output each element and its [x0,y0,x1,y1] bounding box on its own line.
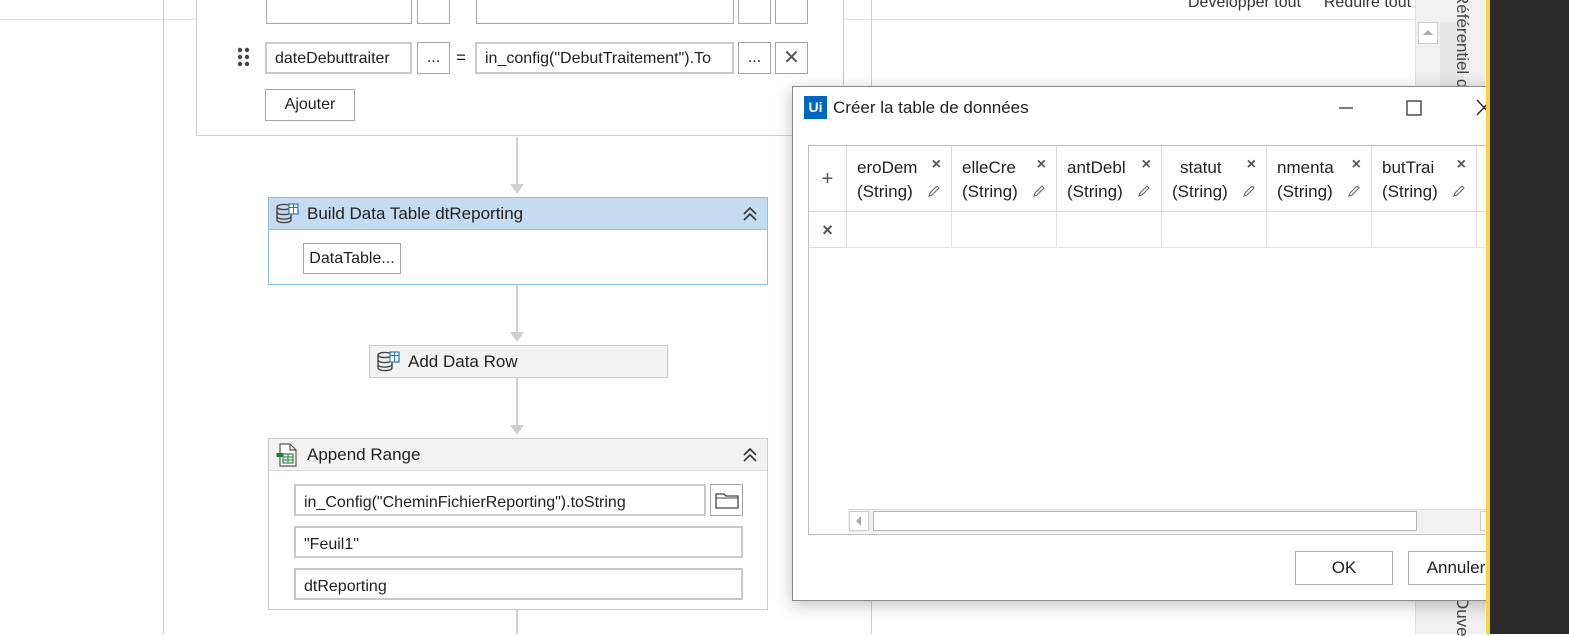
folder-icon [714,493,739,513]
column-type: (String) [1172,182,1228,201]
column-header[interactable]: elleCre (String) × [952,146,1057,212]
assign-variable-field[interactable]: dateDebuttraiter [265,42,412,74]
expand-all-link[interactable]: Développer tout [1188,0,1301,11]
column-name: antDebl [1067,158,1126,177]
column-header[interactable]: statut (String) × [1162,146,1267,212]
column-name: butTrai [1382,158,1435,177]
column-header[interactable]: nmenta (String) × [1267,146,1372,212]
drag-handle-icon[interactable] [236,46,252,68]
connector-arrow [510,184,524,194]
assign-equals-sign: = [456,48,466,67]
browse-file-button[interactable] [710,484,743,516]
datatable-grid: + × eroDem (String) × elleCre (String) ×… [808,145,1505,535]
datatable-icon [376,350,400,374]
remove-column-icon[interactable]: × [1142,156,1151,174]
maximize-button[interactable] [1398,94,1430,122]
remove-column-icon[interactable]: × [1037,156,1046,174]
edit-pencil-icon[interactable] [1032,184,1046,198]
column-name: eroDem [857,158,918,177]
grid-cell[interactable] [952,212,1057,248]
edit-pencil-icon[interactable] [927,184,941,198]
toolbar-links: Développer tout Réduire tout [1188,0,1411,12]
scroll-thumb[interactable] [873,511,1417,531]
assign-row-previous-value[interactable] [476,0,734,24]
workbook-path-field[interactable]: in_Config("CheminFichierReporting").toSt… [294,484,706,516]
delete-row-icon: × [822,220,833,240]
column-type: (String) [1067,182,1123,201]
edit-pencil-icon[interactable] [1242,184,1256,198]
delete-row-button[interactable]: × [809,212,847,248]
minimize-icon [1330,107,1362,126]
remove-column-icon[interactable]: × [1457,156,1466,174]
grid-cell[interactable] [1162,212,1267,248]
build-data-table-title: Build Data Table dtReporting [307,203,524,223]
edit-pencil-icon[interactable] [1137,184,1151,198]
datatable-button[interactable]: DataTable... [303,243,401,274]
collapse-chevron-icon[interactable] [739,443,761,465]
column-name: statut [1180,158,1222,177]
column-type: (String) [962,182,1018,201]
connector-line [516,137,518,185]
assign-row-previous-ellipsis[interactable] [417,0,450,24]
assign-value-field[interactable]: in_config("DebutTraitement").To [475,42,734,74]
excel-sheet-icon [275,442,299,467]
assign-add-button[interactable]: Ajouter [265,89,355,121]
column-type: (String) [857,182,913,201]
build-data-table-header[interactable]: Build Data Table dtReporting [269,198,767,230]
add-data-row-activity[interactable]: Add Data Row [369,345,668,378]
edit-pencil-icon[interactable] [1452,184,1466,198]
datatable-icon [275,202,299,226]
ok-button[interactable]: OK [1295,551,1393,585]
column-header[interactable]: butTrai (String) × [1372,146,1477,212]
datatable-field[interactable]: dtReporting [294,568,743,600]
add-data-row-header[interactable]: Add Data Row [370,346,667,377]
screen-edge [1490,0,1569,634]
column-name: elleCre [962,158,1016,177]
column-type: (String) [1382,182,1438,201]
uipath-logo-icon: Ui [804,96,827,119]
assign-variable-ellipsis-button[interactable]: ... [417,42,450,74]
connector-arrow [510,332,524,342]
assign-row-previous-variable[interactable] [266,0,412,24]
plus-icon: + [821,168,834,190]
remove-column-icon[interactable]: × [932,156,941,174]
side-tab-opening[interactable]: Ouvertu [1452,596,1472,636]
grid-cell[interactable] [1057,212,1162,248]
maximize-icon [1398,100,1430,126]
close-icon: ✕ [783,47,800,69]
connector-line [516,285,518,333]
assign-remove-row-button[interactable]: ✕ [775,42,808,74]
grid-cell[interactable] [847,212,952,248]
scroll-left-button[interactable] [849,511,869,531]
add-column-button[interactable]: + [809,146,847,212]
column-header[interactable]: antDebl (String) × [1057,146,1162,212]
column-name: nmenta [1277,158,1334,177]
connector-line [516,378,518,426]
grid-cell[interactable] [1267,212,1372,248]
collapse-chevron-icon[interactable] [739,202,761,224]
append-range-title: Append Range [307,444,421,464]
edit-pencil-icon[interactable] [1347,184,1361,198]
append-range-header[interactable]: Append Range [269,439,767,471]
assign-value-ellipsis-button[interactable]: ... [738,42,771,74]
column-type: (String) [1277,182,1333,201]
add-data-row-title: Add Data Row [408,351,518,371]
collapse-all-link[interactable]: Réduire tout [1324,0,1411,11]
scroll-up-button[interactable] [1418,22,1438,44]
remove-column-icon[interactable]: × [1352,156,1361,174]
grid-cell[interactable] [1372,212,1477,248]
minimize-button[interactable] [1330,94,1362,122]
sheet-name-field[interactable]: "Feuil1" [294,526,743,558]
assign-row-previous-value-ellipsis[interactable] [738,0,771,24]
connector-arrow [510,425,524,435]
assign-row-previous-remove[interactable] [775,0,808,24]
connector-line [516,610,518,634]
dialog-title: Créer la table de données [833,98,1029,117]
remove-column-icon[interactable]: × [1247,156,1256,174]
column-header[interactable]: eroDem (String) × [847,146,952,212]
